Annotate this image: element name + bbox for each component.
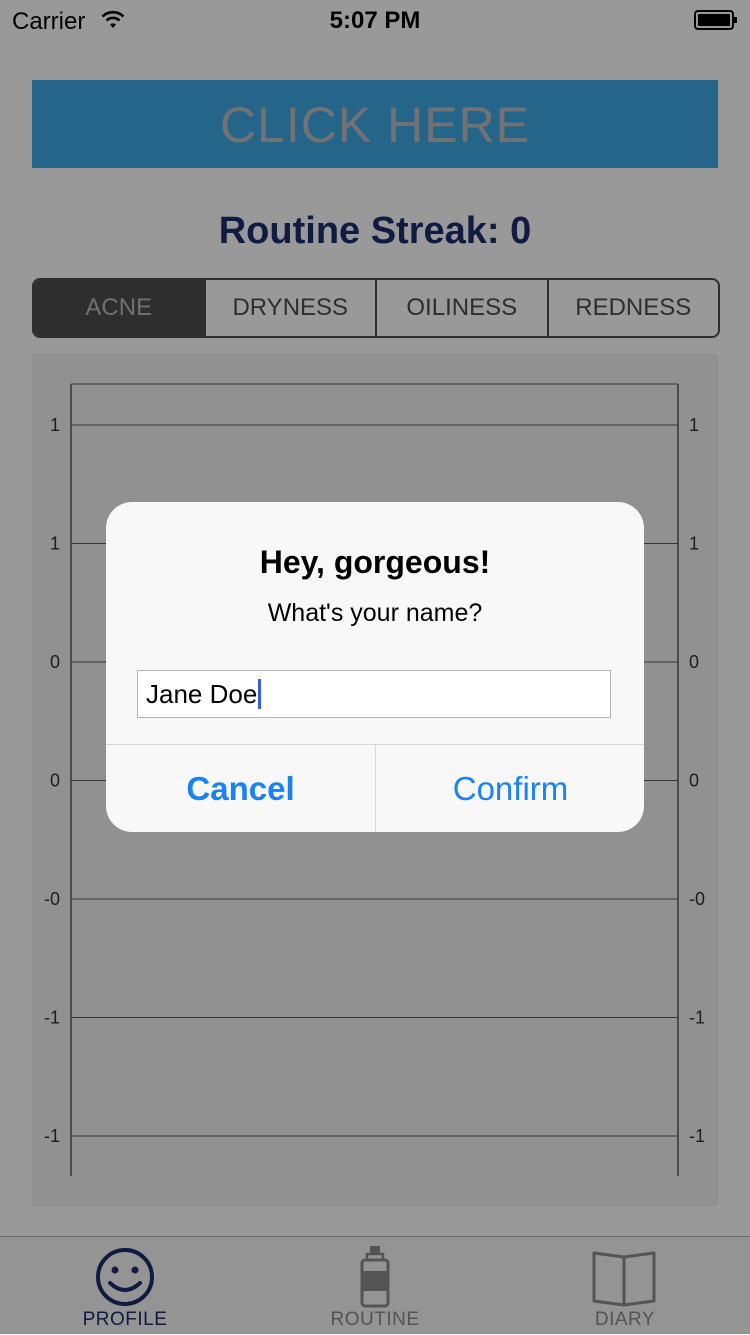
name-prompt-dialog: Hey, gorgeous! What's your name? Jane Do… [106, 502, 644, 832]
cancel-button[interactable]: Cancel [106, 745, 375, 832]
text-cursor [258, 679, 262, 709]
dialog-title: Hey, gorgeous! [259, 544, 491, 580]
name-input-value: Jane Doe [146, 678, 258, 709]
name-input[interactable]: Jane Doe [137, 670, 611, 718]
confirm-button[interactable]: Confirm [376, 745, 644, 832]
app-screen: Carrier 5:07 PM CLICK HERE Routine Strea… [0, 0, 750, 1335]
dialog-message: What's your name? [267, 599, 483, 627]
